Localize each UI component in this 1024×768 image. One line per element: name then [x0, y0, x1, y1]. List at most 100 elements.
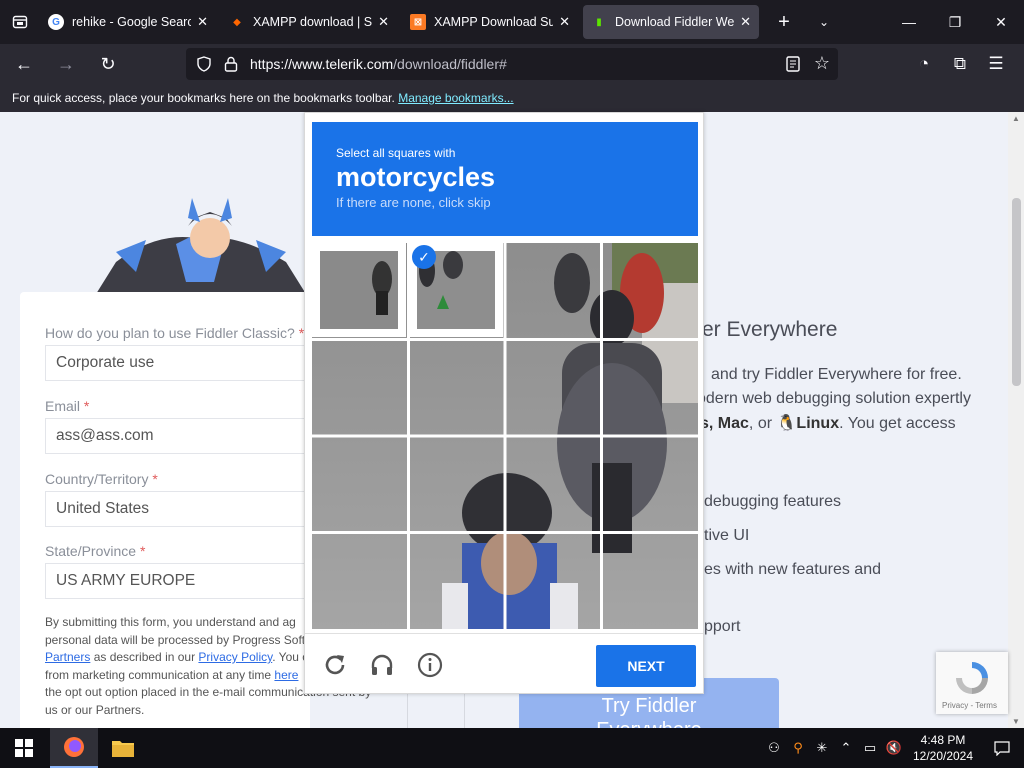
search-tray-icon[interactable]: ⚲	[786, 740, 810, 756]
tab-title: Download Fiddler Web	[615, 15, 735, 29]
xampp-icon: ⊠	[410, 14, 426, 30]
country-label: Country/Territory *	[45, 471, 158, 487]
url-bar[interactable]: https://www.telerik.com/download/fiddler…	[186, 48, 838, 80]
captcha-tile-12[interactable]	[603, 438, 697, 532]
close-tab-icon[interactable]: ✕	[559, 14, 570, 30]
bookmarks-toolbar: For quick access, place your bookmarks h…	[0, 84, 1024, 112]
restore-button[interactable]: ❐	[932, 0, 978, 44]
new-tab-button[interactable]: +	[764, 11, 804, 34]
captcha-tile-5[interactable]	[312, 341, 406, 435]
tab-title: XAMPP download | Sou	[253, 15, 373, 29]
info-icon[interactable]	[417, 652, 443, 678]
captcha-tile-9[interactable]	[312, 438, 406, 532]
tab-xampp-success[interactable]: ⊠ XAMPP Download Succ ✕	[402, 5, 578, 39]
recaptcha-badge[interactable]: Privacy - Terms	[936, 652, 1008, 714]
close-tab-icon[interactable]: ✕	[378, 14, 389, 30]
captcha-tile-3[interactable]	[507, 243, 601, 337]
scroll-down-icon[interactable]: ▼	[1012, 717, 1020, 726]
lock-icon[interactable]	[224, 56, 238, 72]
minimize-button[interactable]: —	[886, 0, 932, 44]
feature-line: tive UI	[704, 527, 750, 544]
feature-line: es with new features and	[704, 561, 881, 578]
platforms-line: s, Mac, or 🐧Linux. You get access	[700, 415, 956, 432]
bookmarks-hint: For quick access, place your bookmarks h…	[12, 91, 395, 105]
scrollbar-thumb[interactable]	[1012, 198, 1021, 386]
list-tabs-chevron-icon[interactable]: ⌄	[804, 15, 844, 29]
download-form: How do you plan to use Fiddler Classic? …	[20, 292, 371, 728]
email-field[interactable]: ass@ass.com	[45, 418, 315, 454]
close-window-button[interactable]: ✕	[978, 0, 1024, 44]
captcha-tile-7[interactable]	[507, 341, 601, 435]
close-tab-icon[interactable]: ✕	[740, 14, 751, 30]
reload-challenge-icon[interactable]	[322, 652, 348, 678]
captcha-image-grid: ✓	[312, 243, 698, 629]
captcha-challenge: Select all squares with motorcycles If t…	[304, 112, 704, 694]
tab-xampp-download[interactable]: ◆ XAMPP download | Sou ✕	[221, 5, 397, 39]
people-icon[interactable]: ⚇	[762, 740, 786, 756]
captcha-tile-14[interactable]	[410, 534, 504, 628]
plan-label: How do you plan to use Fiddler Classic? …	[45, 325, 305, 341]
privacy-policy-link[interactable]: Privacy Policy	[198, 650, 272, 664]
opt-out-here-link[interactable]: here	[274, 668, 298, 682]
captcha-tile-11[interactable]	[507, 438, 601, 532]
captcha-tile-16[interactable]	[603, 534, 697, 628]
captcha-tile-13[interactable]	[312, 534, 406, 628]
page-scrollbar[interactable]: ▲ ▼	[1008, 112, 1024, 728]
captcha-hint: If there are none, click skip	[336, 195, 491, 210]
next-button[interactable]: NEXT	[596, 645, 696, 687]
firefox-view-icon[interactable]	[0, 0, 40, 44]
reload-button[interactable]: ↻	[90, 48, 126, 80]
sync-icon[interactable]: ◔	[906, 54, 942, 74]
feature-line: pport	[704, 618, 741, 635]
state-select[interactable]: US ARMY EUROPE	[45, 563, 315, 599]
partners-link[interactable]: Partners	[45, 650, 90, 664]
section-title: er Everywhere	[702, 318, 838, 341]
google-icon: G	[48, 14, 64, 30]
notification-icon[interactable]	[980, 740, 1024, 756]
clock[interactable]: 4:48 PM 12/20/2024	[906, 732, 980, 764]
taskbar-firefox[interactable]	[50, 728, 98, 768]
volume-muted-icon[interactable]: 🔇	[882, 740, 906, 756]
shield-icon[interactable]	[196, 56, 212, 72]
captcha-tile-10[interactable]	[410, 438, 504, 532]
menu-icon[interactable]: ☰	[978, 54, 1014, 74]
captcha-tile-4[interactable]	[603, 243, 697, 337]
extensions-icon[interactable]: ⧉	[942, 54, 978, 74]
captcha-tile-8[interactable]	[603, 341, 697, 435]
firefox-icon	[64, 737, 84, 757]
captcha-tile-6[interactable]	[410, 341, 504, 435]
bookmark-star-icon[interactable]: ☆	[814, 53, 830, 74]
linux-icon: 🐧	[776, 415, 797, 432]
recaptcha-logo-icon	[956, 662, 988, 694]
country-select[interactable]: United States	[45, 491, 315, 527]
back-button[interactable]: ←	[6, 48, 42, 80]
plan-select[interactable]: Corporate use	[45, 345, 315, 381]
feature-line: debugging features	[704, 493, 841, 510]
start-button[interactable]	[0, 728, 48, 768]
chevron-up-icon[interactable]: ⌃	[834, 740, 858, 756]
network-icon[interactable]: ▭	[858, 740, 882, 756]
captcha-tile-15[interactable]	[507, 534, 601, 628]
tab-google-search[interactable]: G rehike - Google Search ✕	[40, 5, 216, 39]
manage-bookmarks-link[interactable]: Manage bookmarks...	[398, 91, 513, 105]
captcha-tile-1[interactable]	[312, 243, 406, 337]
reader-view-icon[interactable]	[786, 56, 800, 72]
nav-bar: ← → ↻ https://www.telerik.com/download/f…	[0, 44, 1024, 84]
audio-challenge-icon[interactable]	[369, 652, 395, 678]
folder-icon	[112, 741, 134, 757]
taskbar-file-explorer[interactable]	[99, 728, 147, 768]
sourceforge-icon: ◆	[233, 16, 241, 28]
close-tab-icon[interactable]: ✕	[197, 14, 208, 30]
forward-button[interactable]: →	[48, 48, 84, 80]
scroll-up-icon[interactable]: ▲	[1012, 114, 1020, 123]
url-text[interactable]: https://www.telerik.com/download/fiddler…	[250, 56, 507, 72]
description-line: odern web debugging solution expertly	[697, 390, 971, 407]
app-tray-icon[interactable]: ✳	[810, 740, 834, 756]
tab-fiddler-download[interactable]: ▮ Download Fiddler Web ✕	[583, 5, 759, 39]
tab-title: XAMPP Download Succ	[434, 15, 554, 29]
captcha-header: Select all squares with motorcycles If t…	[312, 122, 698, 236]
captcha-footer: NEXT	[305, 633, 703, 693]
recaptcha-links[interactable]: Privacy - Terms	[942, 701, 997, 710]
taskbar: ⚇ ⚲ ✳ ⌃ ▭ 🔇 4:48 PM 12/20/2024	[0, 728, 1024, 768]
tab-title: rehike - Google Search	[72, 15, 192, 29]
